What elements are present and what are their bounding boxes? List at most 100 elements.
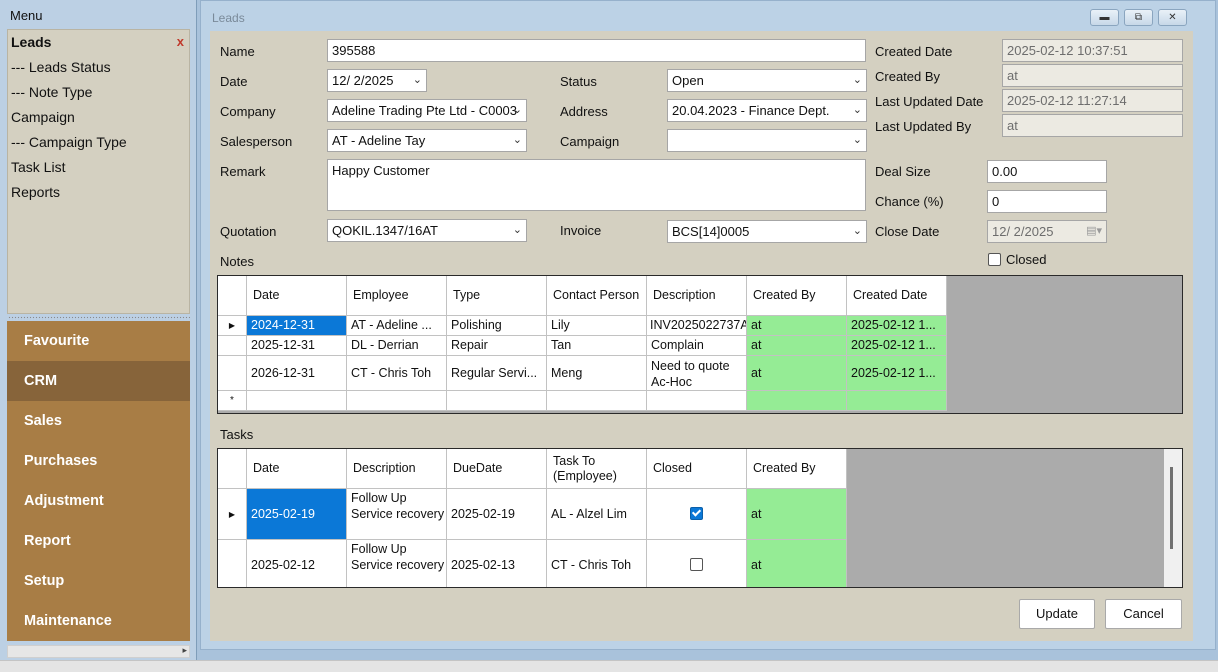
menu-group-favourite[interactable]: Favourite (7, 321, 190, 361)
notes-col-employee[interactable]: Employee (347, 276, 447, 316)
chevron-down-icon[interactable]: ⌄ (853, 100, 862, 121)
tasks-col-due-date[interactable]: DueDate (447, 449, 547, 489)
new-row-cell[interactable] (647, 391, 747, 411)
new-row-cell[interactable] (747, 391, 847, 411)
new-row-cell[interactable] (847, 391, 947, 411)
tasks-col-description[interactable]: Description (347, 449, 447, 489)
minimize-icon[interactable]: ▬ (1090, 9, 1119, 26)
menu-item-task-list[interactable]: Task List (11, 159, 65, 175)
current-row-icon[interactable]: ▶ (218, 489, 247, 540)
table-cell[interactable]: 2025-02-19 (247, 489, 347, 540)
notes-col-created-date[interactable]: Created Date (847, 276, 947, 316)
tasks-col-task-to[interactable]: Task To (Employee) (547, 449, 647, 489)
date-picker[interactable]: 12/ 2/2025 ⌄ (327, 69, 427, 92)
table-cell[interactable]: Complain (647, 336, 747, 356)
table-cell[interactable]: 2025-12-31 (247, 336, 347, 356)
chevron-down-icon[interactable]: ⌄ (513, 130, 522, 151)
new-row-icon[interactable]: * (218, 391, 247, 411)
table-cell[interactable]: Follow Up Service recovery (347, 540, 447, 587)
task-closed-checkbox[interactable] (690, 558, 703, 571)
chevron-down-icon[interactable]: ⌄ (413, 70, 422, 91)
menu-group-purchases[interactable]: Purchases (7, 441, 190, 481)
menu-group-setup[interactable]: Setup (7, 561, 190, 601)
table-cell[interactable]: 2026-12-31 (247, 356, 347, 391)
chevron-down-icon[interactable]: ⌄ (513, 100, 522, 121)
status-select[interactable]: Open ⌄ (667, 69, 867, 92)
table-cell[interactable]: AL - Alzel Lim (547, 489, 647, 540)
menu-group-maintenance[interactable]: Maintenance (7, 601, 190, 641)
chevron-down-icon[interactable]: ⌄ (853, 130, 862, 151)
table-cell[interactable]: 2025-02-12 1... (847, 316, 947, 336)
deal-size-field[interactable]: 0.00 (987, 160, 1107, 183)
menu-group-adjustment[interactable]: Adjustment (7, 481, 190, 521)
table-cell[interactable]: 2025-02-12 (247, 540, 347, 587)
table-cell[interactable]: Need to quote Ac-Hoc (647, 356, 747, 391)
table-cell[interactable]: 2024-12-31 (247, 316, 347, 336)
invoice-select[interactable]: BCS[14]0005 ⌄ (667, 220, 867, 243)
chevron-down-icon[interactable]: ⌄ (513, 220, 522, 241)
table-cell[interactable]: at (747, 336, 847, 356)
company-select[interactable]: Adeline Trading Pte Ltd - C0003 ⌄ (327, 99, 527, 122)
restore-icon[interactable]: ⧉ (1124, 9, 1153, 26)
current-row-icon[interactable]: ▶ (218, 316, 247, 336)
menu-group-crm[interactable]: CRM (7, 361, 190, 401)
new-row-cell[interactable] (247, 391, 347, 411)
salesperson-select[interactable]: AT - Adeline Tay ⌄ (327, 129, 527, 152)
tasks-col-closed[interactable]: Closed (647, 449, 747, 489)
table-cell[interactable]: CT - Chris Toh (547, 540, 647, 587)
table-cell[interactable]: Lily (547, 316, 647, 336)
row-header[interactable] (218, 356, 247, 391)
menu-item-note-type[interactable]: --- Note Type (11, 84, 92, 100)
scroll-right-icon[interactable]: ▸ (182, 645, 187, 656)
tasks-col-created-by[interactable]: Created By (747, 449, 847, 489)
quotation-select[interactable]: QOKIL.1347/16AT ⌄ (327, 219, 527, 242)
task-closed-checkbox[interactable] (690, 507, 703, 520)
closed-checkbox[interactable] (988, 253, 1001, 266)
close-leads-icon[interactable]: x (177, 34, 184, 49)
chance-field[interactable]: 0 (987, 190, 1107, 213)
table-cell[interactable]: at (747, 356, 847, 391)
table-cell[interactable]: 2025-02-13 (447, 540, 547, 587)
tasks-vertical-scrollbar[interactable] (1164, 449, 1182, 587)
table-cell[interactable]: CT - Chris Toh (347, 356, 447, 391)
table-cell[interactable]: INV2025022737AT (647, 316, 747, 336)
name-field[interactable]: 395588 (327, 39, 866, 62)
chevron-down-icon[interactable]: ⌄ (853, 70, 862, 91)
menu-item-campaign-type[interactable]: --- Campaign Type (11, 134, 127, 150)
notes-col-created-by[interactable]: Created By (747, 276, 847, 316)
notes-col-description[interactable]: Description (647, 276, 747, 316)
table-cell[interactable]: Tan (547, 336, 647, 356)
table-cell[interactable]: 2025-02-12 1... (847, 356, 947, 391)
table-cell[interactable]: Meng (547, 356, 647, 391)
menu-group-sales[interactable]: Sales (7, 401, 190, 441)
cancel-button[interactable]: Cancel (1105, 599, 1182, 629)
table-cell[interactable]: at (747, 540, 847, 587)
new-row-cell[interactable] (447, 391, 547, 411)
menu-item-reports[interactable]: Reports (11, 184, 60, 200)
new-row-cell[interactable] (547, 391, 647, 411)
table-cell[interactable]: Polishing (447, 316, 547, 336)
table-cell[interactable]: at (747, 316, 847, 336)
table-cell[interactable]: Repair (447, 336, 547, 356)
table-cell[interactable]: Follow Up Service recovery (347, 489, 447, 540)
table-cell[interactable]: Regular Servi... (447, 356, 547, 391)
update-button[interactable]: Update (1019, 599, 1095, 629)
notes-col-type[interactable]: Type (447, 276, 547, 316)
menu-splitter[interactable] (8, 316, 190, 320)
menu-item-campaign[interactable]: Campaign (11, 109, 75, 125)
menu-item-leads-status[interactable]: --- Leads Status (11, 59, 111, 75)
remark-textarea[interactable]: Happy Customer (327, 159, 866, 211)
menu-item-leads[interactable]: Leads (11, 34, 51, 50)
chevron-down-icon[interactable]: ⌄ (853, 221, 862, 242)
notes-col-date[interactable]: Date (247, 276, 347, 316)
tasks-col-date[interactable]: Date (247, 449, 347, 489)
new-row-cell[interactable] (347, 391, 447, 411)
table-cell[interactable]: AT - Adeline ... (347, 316, 447, 336)
address-select[interactable]: 20.04.2023 - Finance Dept. ⌄ (667, 99, 867, 122)
menu-group-report[interactable]: Report (7, 521, 190, 561)
menu-horizontal-scrollbar[interactable]: ▸ (7, 645, 190, 658)
close-icon[interactable]: ✕ (1158, 9, 1187, 26)
notes-col-contact-person[interactable]: Contact Person (547, 276, 647, 316)
table-cell[interactable]: 2025-02-19 (447, 489, 547, 540)
table-cell[interactable]: at (747, 489, 847, 540)
